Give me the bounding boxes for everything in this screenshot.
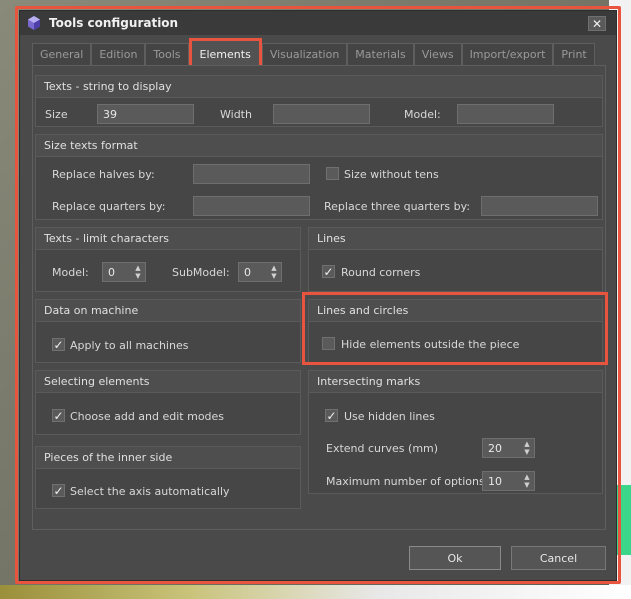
max-options-spinbox[interactable]: 10 ▲ ▼ [482,471,535,491]
check-icon: ✓ [53,408,64,423]
hide-outside-piece-label: Hide elements outside the piece [341,338,520,351]
extend-curves-value: 20 [488,441,502,455]
max-options-label: Maximum number of options: [326,475,489,488]
check-icon: ✓ [53,483,64,498]
ok-button[interactable]: Ok [409,546,501,570]
width-input[interactable] [273,104,370,124]
limit-model-value: 0 [108,265,115,279]
size-without-tens-checkbox[interactable] [326,167,339,180]
submodel-spinbox[interactable]: 0 ▲ ▼ [238,262,282,282]
width-label: Width [220,108,252,121]
tab-visualization[interactable]: Visualization [261,43,348,65]
elements-tab-page: Texts - string to display Size 39 Width … [32,65,606,530]
group-title: Texts - limit characters [36,228,300,250]
group-title: Lines [309,228,602,250]
chevron-up-icon[interactable]: ▲ [135,264,140,272]
group-title: Size texts format [36,135,602,157]
group-pieces-inner-side: Pieces of the inner side ✓ Select the ax… [35,446,301,509]
size-input[interactable]: 39 [97,104,194,124]
spin-arrows[interactable]: ▲ ▼ [522,440,532,456]
group-title: Data on machine [36,300,300,322]
tab-print[interactable]: Print [553,43,595,65]
chevron-up-icon[interactable]: ▲ [524,440,529,448]
limit-model-spinbox[interactable]: 0 ▲ ▼ [102,262,146,282]
max-options-value: 10 [488,474,502,488]
app-logo-icon [28,16,40,30]
select-axis-checkbox[interactable]: ✓ [52,484,65,497]
chevron-down-icon[interactable]: ▼ [271,272,276,280]
group-texts-limit: Texts - limit characters Model: 0 ▲ ▼ Su… [35,227,301,292]
chevron-up-icon[interactable]: ▲ [271,264,276,272]
size-label: Size [45,108,68,121]
model-input[interactable] [457,104,554,124]
close-icon: ✕ [591,16,603,31]
choose-modes-checkbox[interactable]: ✓ [52,409,65,422]
limit-model-label: Model: [52,266,89,279]
chevron-down-icon[interactable]: ▼ [524,481,529,489]
spin-arrows[interactable]: ▲ ▼ [133,264,143,280]
replace-halves-input[interactable] [193,164,310,184]
replace-halves-label: Replace halves by: [52,168,155,181]
group-data-on-machine: Data on machine ✓ Apply to all machines [35,299,301,363]
group-intersecting-marks: Intersecting marks ✓ Use hidden lines Ex… [308,370,603,494]
tools-configuration-dialog: Tools configuration ✕ General Edition To… [19,10,617,581]
choose-modes-label: Choose add and edit modes [70,410,225,423]
apply-all-machines-checkbox[interactable]: ✓ [52,338,65,351]
group-lines-and-circles: Lines and circles Hide elements outside … [308,299,603,363]
chevron-down-icon[interactable]: ▼ [135,272,140,280]
submodel-label: SubModel: [172,266,230,279]
tab-views[interactable]: Views [413,43,462,65]
tab-import-export[interactable]: Import/export [461,43,554,65]
tab-general[interactable]: General [32,43,92,65]
group-title: Intersecting marks [309,371,602,393]
group-title: Pieces of the inner side [36,447,300,469]
title-bar[interactable]: Tools configuration ✕ [20,11,616,35]
check-icon: ✓ [326,408,337,423]
extend-curves-spinbox[interactable]: 20 ▲ ▼ [482,438,535,458]
model-label: Model: [404,108,441,121]
size-without-tens-label: Size without tens [344,168,439,181]
group-title: Texts - string to display [36,76,602,98]
group-selecting-elements: Selecting elements ✓ Choose add and edit… [35,370,301,435]
group-title: Selecting elements [36,371,300,393]
tab-materials[interactable]: Materials [347,43,414,65]
cancel-button[interactable]: Cancel [511,546,606,570]
group-texts-string: Texts - string to display Size 39 Width … [35,75,603,127]
select-axis-label: Select the axis automatically [70,485,230,498]
check-icon: ✓ [323,264,334,279]
tab-bar: General Edition Tools Elements Visualiza… [32,38,595,70]
replace-quarters-label: Replace quarters by: [52,200,166,213]
group-size-texts-format: Size texts format Replace halves by: Siz… [35,134,603,220]
group-lines: Lines ✓ Round corners [308,227,603,292]
chevron-up-icon[interactable]: ▲ [524,473,529,481]
group-title: Lines and circles [309,300,602,322]
round-corners-checkbox[interactable]: ✓ [322,265,335,278]
use-hidden-lines-checkbox[interactable]: ✓ [325,409,338,422]
submodel-value: 0 [244,265,251,279]
hide-outside-piece-checkbox[interactable] [322,337,335,350]
apply-all-machines-label: Apply to all machines [70,339,189,352]
tab-tools[interactable]: Tools [145,43,189,65]
window-title: Tools configuration [49,16,179,30]
tab-edition[interactable]: Edition [91,43,146,65]
close-button[interactable]: ✕ [588,16,606,31]
spin-arrows[interactable]: ▲ ▼ [522,473,532,489]
spin-arrows[interactable]: ▲ ▼ [269,264,279,280]
round-corners-label: Round corners [341,266,421,279]
background-canvas-bottom [0,585,631,599]
replace-quarters-input[interactable] [193,196,310,216]
chevron-down-icon[interactable]: ▼ [524,448,529,456]
replace-three-quarters-label: Replace three quarters by: [324,200,471,213]
check-icon: ✓ [53,337,64,352]
extend-curves-label: Extend curves (mm) [326,442,439,455]
use-hidden-lines-label: Use hidden lines [344,410,435,423]
replace-three-quarters-input[interactable] [481,196,598,216]
